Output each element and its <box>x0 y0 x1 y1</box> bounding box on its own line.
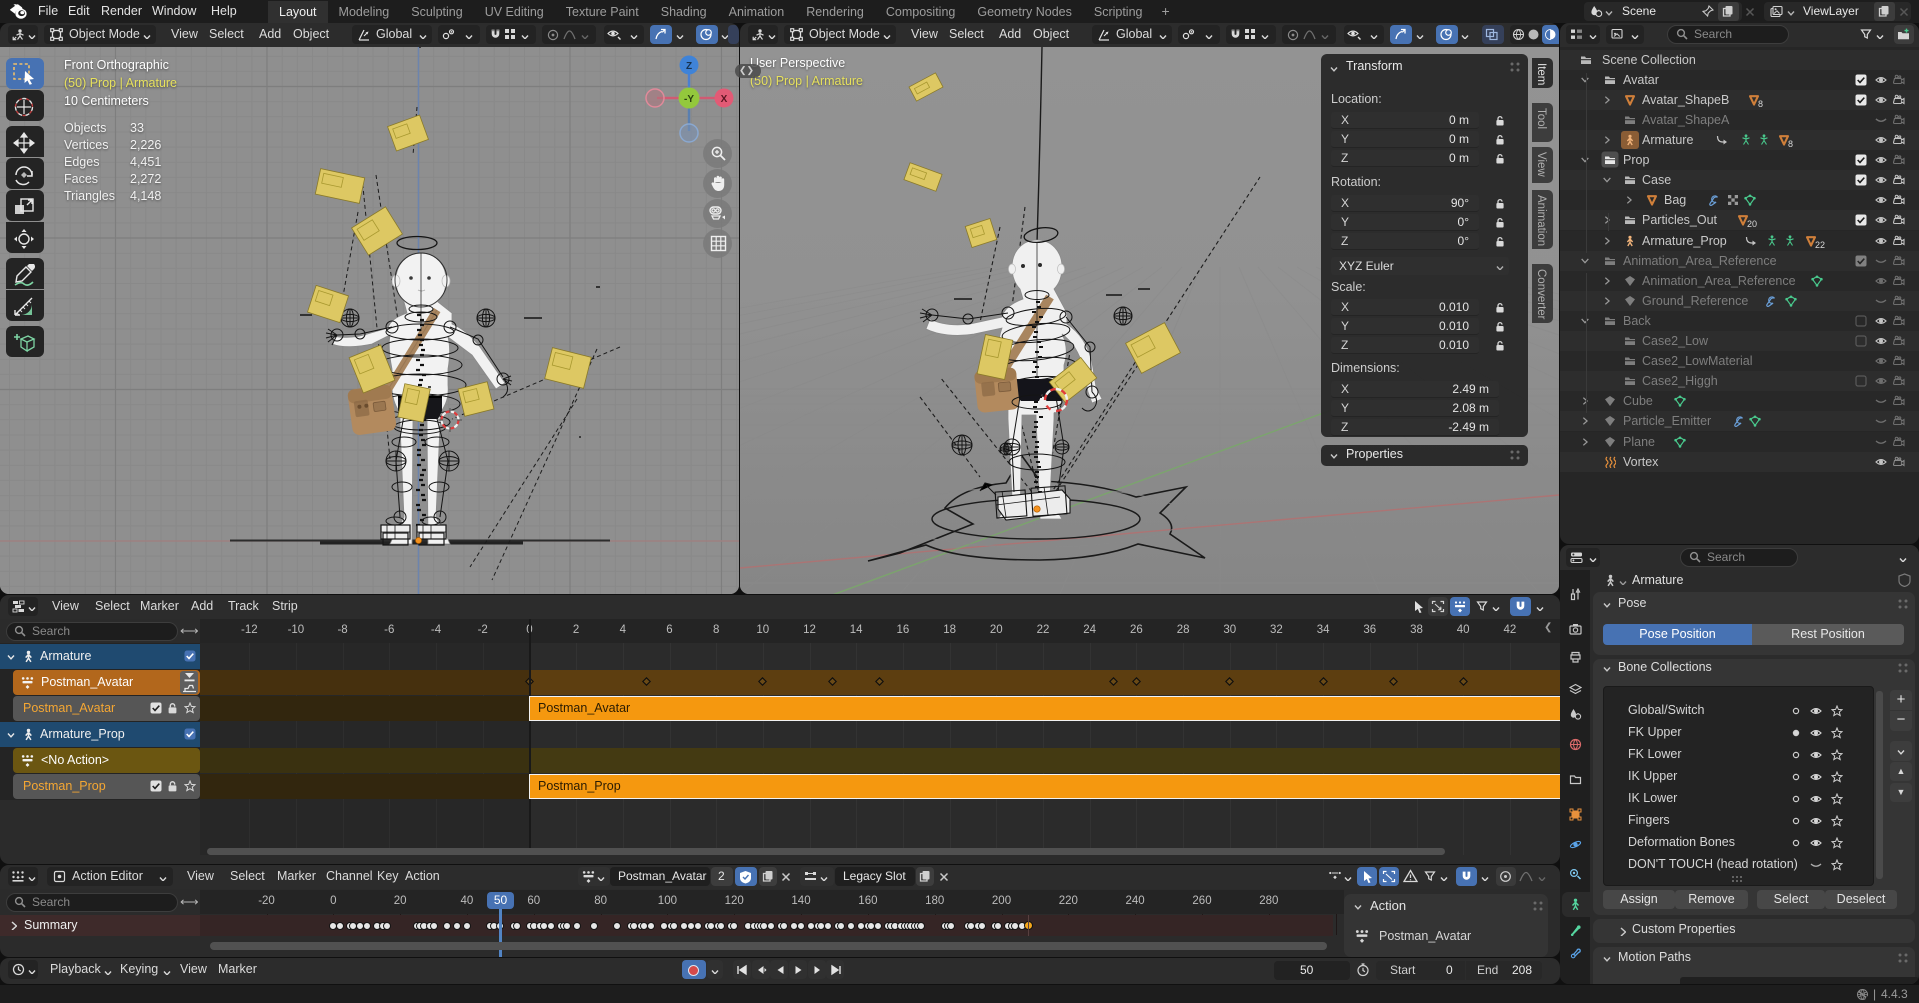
svg-text:X: X <box>721 94 728 105</box>
svg-text:Z: Z <box>686 61 692 72</box>
svg-text:-Y: -Y <box>684 94 694 105</box>
